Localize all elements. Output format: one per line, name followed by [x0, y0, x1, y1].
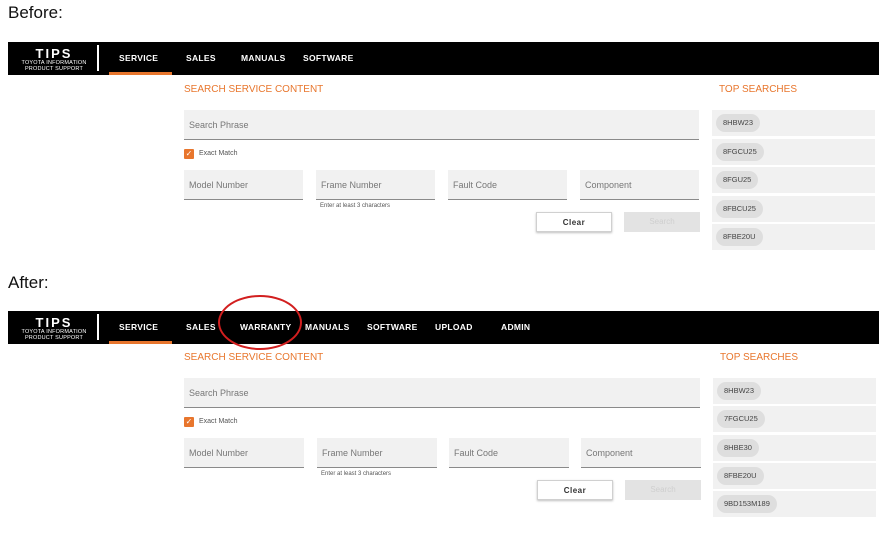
component-field[interactable]: Component: [580, 170, 699, 200]
top-search-chip[interactable]: 8FGU25: [716, 171, 759, 189]
logo-line2: PRODUCT SUPPORT: [24, 335, 84, 341]
clear-button[interactable]: Clear: [536, 212, 612, 232]
logo-title: TIPS: [35, 46, 73, 61]
top-search-row: 8FBE20U: [712, 224, 875, 250]
top-search-row: 8HBW23: [713, 378, 876, 404]
search-button[interactable]: Search: [624, 212, 700, 232]
top-search-chip[interactable]: 8HBE30: [717, 439, 759, 457]
before-panel: TIPS TOYOTA INFORMATION PRODUCT SUPPORT …: [8, 42, 879, 282]
top-search-row: 7FGCU25: [713, 406, 876, 432]
nav-tab-sales[interactable]: SALES: [186, 311, 216, 344]
top-search-chip[interactable]: 9BD153M189: [717, 495, 777, 513]
nav-tab-upload[interactable]: UPLOAD: [435, 311, 473, 344]
check-icon[interactable]: ✓: [184, 417, 194, 427]
top-search-chip[interactable]: 7FGCU25: [717, 410, 765, 428]
logo-divider: [97, 45, 99, 71]
top-search-row: 8FBCU25: [712, 196, 875, 222]
top-search-row: 8FGU25: [712, 167, 875, 193]
frame-number-field[interactable]: Frame Number: [317, 438, 437, 468]
frame-hint: Enter at least 3 characters: [321, 471, 392, 477]
exact-match-label: Exact Match: [199, 418, 238, 425]
top-search-chip[interactable]: 8HBW23: [717, 382, 762, 400]
check-icon[interactable]: ✓: [184, 149, 194, 159]
logo-title: TIPS: [35, 315, 73, 330]
logo-line2: PRODUCT SUPPORT: [24, 66, 84, 72]
nav-tab-admin[interactable]: ADMIN: [501, 311, 530, 344]
nav-tab-software[interactable]: SOFTWARE: [367, 311, 418, 344]
top-search-row: 8FBE20U: [713, 463, 876, 489]
nav-tab-service[interactable]: SERVICE: [108, 42, 173, 75]
after-panel: TIPS TOYOTA INFORMATION PRODUCT SUPPORT …: [8, 311, 879, 542]
clear-button[interactable]: Clear: [537, 480, 613, 500]
top-search-row: 8HBE30: [713, 435, 876, 461]
top-search-row: 8FGCU25: [712, 139, 875, 165]
before-caption: Before:: [8, 3, 63, 22]
nav-tab-software[interactable]: SOFTWARE: [303, 42, 354, 75]
model-number-field[interactable]: Model Number: [184, 438, 304, 468]
top-search-row: 9BD153M189: [713, 491, 876, 517]
search-phrase-input[interactable]: Search Phrase: [184, 378, 700, 408]
nav-tab-manuals[interactable]: MANUALS: [305, 311, 350, 344]
nav-tab-service[interactable]: SERVICE: [108, 311, 173, 344]
top-search-chip[interactable]: 8HBW23: [716, 114, 761, 132]
top-search-row: 8HBW23: [712, 110, 875, 136]
tips-logo[interactable]: TIPS TOYOTA INFORMATION PRODUCT SUPPORT: [8, 311, 100, 344]
warranty-highlight-circle: [218, 295, 302, 350]
component-field[interactable]: Component: [581, 438, 701, 468]
search-button[interactable]: Search: [625, 480, 701, 500]
top-nav: TIPS TOYOTA INFORMATION PRODUCT SUPPORT …: [8, 311, 879, 344]
top-search-chip[interactable]: 8FGCU25: [716, 143, 764, 161]
fault-code-field[interactable]: Fault Code: [448, 170, 567, 200]
model-number-field[interactable]: Model Number: [184, 170, 303, 200]
search-phrase-input[interactable]: Search Phrase: [184, 110, 699, 140]
fault-code-field[interactable]: Fault Code: [449, 438, 569, 468]
top-searches-heading: TOP SEARCHES: [719, 84, 797, 95]
top-nav: TIPS TOYOTA INFORMATION PRODUCT SUPPORT …: [8, 42, 879, 75]
nav-tab-manuals[interactable]: MANUALS: [241, 42, 286, 75]
search-heading: SEARCH SERVICE CONTENT: [184, 352, 324, 363]
search-heading: SEARCH SERVICE CONTENT: [184, 84, 324, 95]
frame-hint: Enter at least 3 characters: [320, 203, 391, 209]
exact-match-label: Exact Match: [199, 150, 238, 157]
after-caption: After:: [8, 273, 49, 292]
frame-number-field[interactable]: Frame Number: [316, 170, 435, 200]
nav-tab-sales[interactable]: SALES: [186, 42, 216, 75]
top-search-chip[interactable]: 8FBCU25: [716, 200, 763, 218]
tips-logo[interactable]: TIPS TOYOTA INFORMATION PRODUCT SUPPORT: [8, 42, 100, 75]
logo-divider: [97, 314, 99, 340]
top-search-chip[interactable]: 8FBE20U: [717, 467, 764, 485]
top-searches-heading: TOP SEARCHES: [720, 352, 798, 363]
top-search-chip[interactable]: 8FBE20U: [716, 228, 763, 246]
